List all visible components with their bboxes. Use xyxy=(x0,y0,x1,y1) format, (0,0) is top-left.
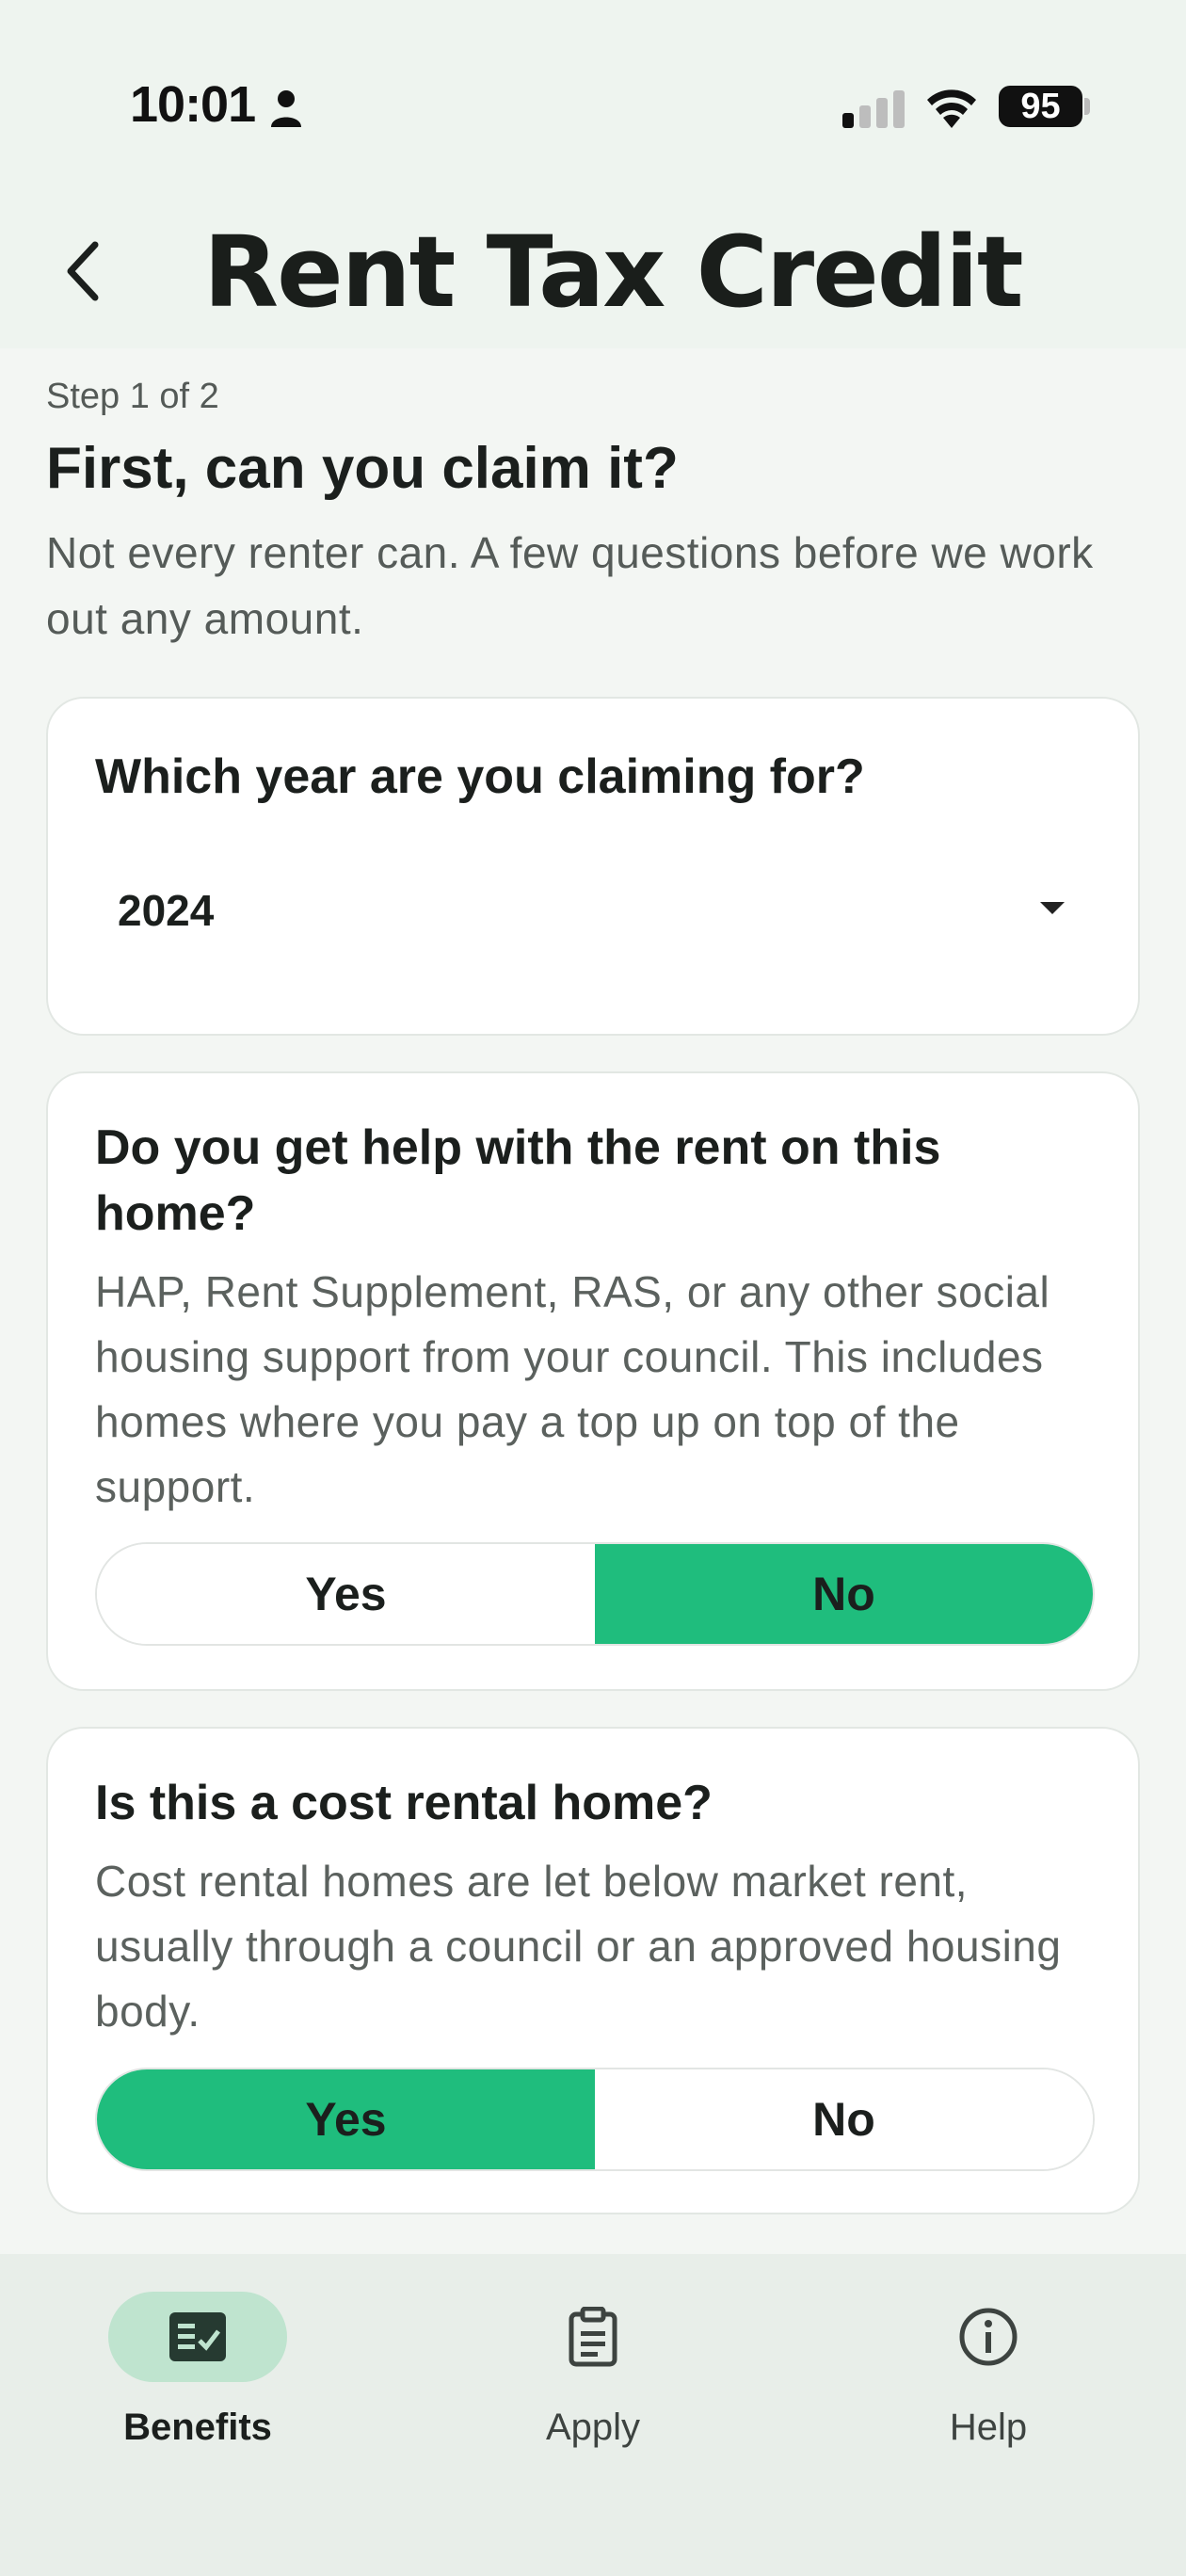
bottom-nav: Benefits Apply Help xyxy=(0,2254,1186,2576)
year-select[interactable]: 2024 xyxy=(95,849,1093,972)
chevron-left-icon xyxy=(67,241,99,301)
cost-rental-question-card: Is this a cost rental home? Cost rental … xyxy=(46,1727,1140,2214)
nav-icon-container xyxy=(504,2292,682,2382)
status-bar: 10:01 95 xyxy=(0,0,1186,217)
year-select-value: 2024 xyxy=(118,886,215,935)
person-icon xyxy=(271,90,301,127)
nav-active-indicator xyxy=(108,2292,287,2382)
nav-item-apply[interactable]: Apply xyxy=(452,2292,734,2461)
nav-item-benefits[interactable]: Benefits xyxy=(56,2292,339,2461)
step-indicator: Step 1 of 2 xyxy=(46,377,219,416)
question-label: Is this a cost rental home? xyxy=(95,1776,713,1830)
nav-item-label: Apply xyxy=(545,2407,641,2448)
clipboard-icon xyxy=(569,2307,617,2367)
rent-help-question-card: Do you get help with the rent on this ho… xyxy=(46,1071,1140,1691)
question-label: Do you get help with the rent on this ho… xyxy=(95,1120,941,1241)
rent-help-yes-button[interactable]: Yes xyxy=(97,1544,595,1644)
battery-level: 95 xyxy=(1020,86,1061,126)
question-description: HAP, Rent Supplement, RAS, or any other … xyxy=(95,1267,1050,1511)
back-button[interactable] xyxy=(49,231,115,312)
nav-item-label: Benefits xyxy=(123,2407,272,2448)
section-title: First, can you claim it? xyxy=(46,436,679,501)
cellular-signal-icon xyxy=(842,90,905,128)
nav-item-help[interactable]: Help xyxy=(847,2292,1130,2461)
checklist-icon xyxy=(169,2312,226,2361)
battery-nub xyxy=(1084,98,1090,115)
question-label: Which year are you claiming for? xyxy=(95,749,865,804)
nav-icon-container xyxy=(899,2292,1078,2382)
nav-item-label: Help xyxy=(949,2407,1028,2448)
year-question-card: Which year are you claiming for? 2024 xyxy=(46,697,1140,1036)
info-icon xyxy=(959,2308,1018,2366)
cost-rental-yes-button[interactable]: Yes xyxy=(97,2069,595,2169)
wifi-icon xyxy=(927,89,976,128)
cost-rental-toggle: Yes No xyxy=(95,2068,1095,2171)
status-time: 10:01 xyxy=(130,76,256,133)
rent-help-no-button[interactable]: No xyxy=(595,1544,1093,1644)
rent-help-toggle: Yes No xyxy=(95,1542,1095,1646)
battery-icon: 95 xyxy=(999,86,1082,127)
section-subtitle: Not every renter can. A few questions be… xyxy=(46,528,1094,643)
cost-rental-no-button[interactable]: No xyxy=(595,2069,1093,2169)
page-title: Rent Tax Credit xyxy=(203,215,1024,330)
caret-down-icon xyxy=(1040,902,1065,914)
question-description: Cost rental homes are let below market r… xyxy=(95,1857,1062,2036)
